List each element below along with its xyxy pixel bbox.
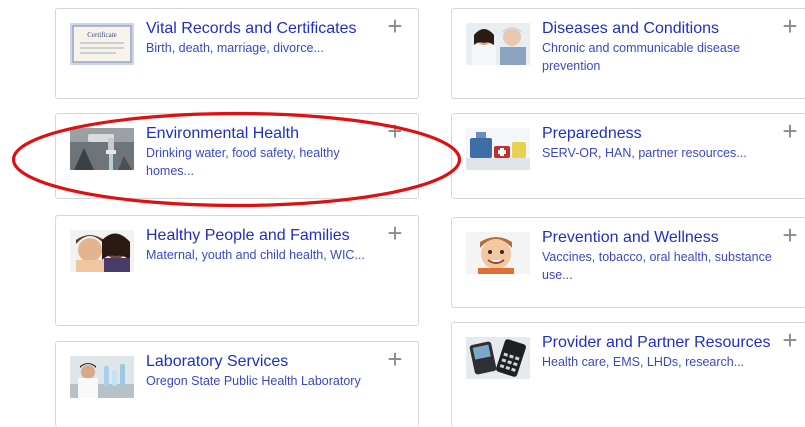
card-healthy-people[interactable]: Healthy People and Families Maternal, yo…: [55, 215, 419, 326]
card-description: SERV-OR, HAN, partner resources...: [542, 146, 747, 160]
expand-plus-icon[interactable]: +: [384, 118, 406, 144]
water-faucet-thumbnail: [70, 128, 134, 170]
card-description: Maternal, youth and child health, WIC...: [146, 248, 365, 262]
card-title[interactable]: Laboratory Services: [146, 353, 384, 370]
card-description: Health care, EMS, LHDs, research...: [542, 355, 745, 369]
card-preparedness[interactable]: Preparedness SERV-OR, HAN, partner resou…: [451, 113, 805, 199]
expand-plus-icon[interactable]: +: [384, 346, 406, 372]
doctor-patient-thumbnail: [466, 23, 530, 65]
card-title[interactable]: Provider and Partner Resources: [542, 334, 781, 351]
card-title[interactable]: Diseases and Conditions: [542, 20, 781, 37]
card-provider-partner[interactable]: Provider and Partner Resources Health ca…: [451, 322, 805, 427]
certificate-thumbnail: Certificate: [70, 23, 134, 65]
card-environmental-health[interactable]: Environmental Health Drinking water, foo…: [55, 113, 419, 199]
supplies-thumbnail: [466, 128, 530, 170]
card-diseases-conditions[interactable]: Diseases and Conditions Chronic and comm…: [451, 8, 805, 99]
card-description: Oregon State Public Health Laboratory: [146, 374, 361, 388]
card-prevention-wellness[interactable]: Prevention and Wellness Vaccines, tobacc…: [451, 217, 805, 308]
card-title[interactable]: Preparedness: [542, 125, 781, 142]
card-title[interactable]: Environmental Health: [146, 125, 384, 142]
card-description: Chronic and communicable disease prevent…: [542, 41, 741, 73]
card-description: Vaccines, tobacco, oral health, substanc…: [542, 250, 772, 282]
card-description: Drinking water, food safety, healthy hom…: [146, 146, 340, 178]
certificate-thumb-text: Certificate: [87, 31, 117, 39]
card-title[interactable]: Prevention and Wellness: [542, 229, 781, 246]
mother-child-thumbnail: [70, 230, 134, 272]
expand-plus-icon[interactable]: +: [384, 220, 406, 246]
expand-plus-icon[interactable]: +: [384, 13, 406, 39]
card-laboratory-services[interactable]: Laboratory Services Oregon State Public …: [55, 341, 419, 427]
card-vital-records[interactable]: Certificate Vital Records and Certificat…: [55, 8, 419, 99]
smiling-child-thumbnail: [466, 232, 530, 274]
card-title[interactable]: Healthy People and Families: [146, 227, 384, 244]
expand-plus-icon[interactable]: +: [779, 327, 801, 353]
expand-plus-icon[interactable]: +: [779, 13, 801, 39]
phone-devices-thumbnail: [466, 337, 530, 379]
card-description: Birth, death, marriage, divorce...: [146, 41, 324, 55]
expand-plus-icon[interactable]: +: [779, 118, 801, 144]
lab-scientist-thumbnail: [70, 356, 134, 398]
card-title[interactable]: Vital Records and Certificates: [146, 20, 384, 37]
expand-plus-icon[interactable]: +: [779, 222, 801, 248]
